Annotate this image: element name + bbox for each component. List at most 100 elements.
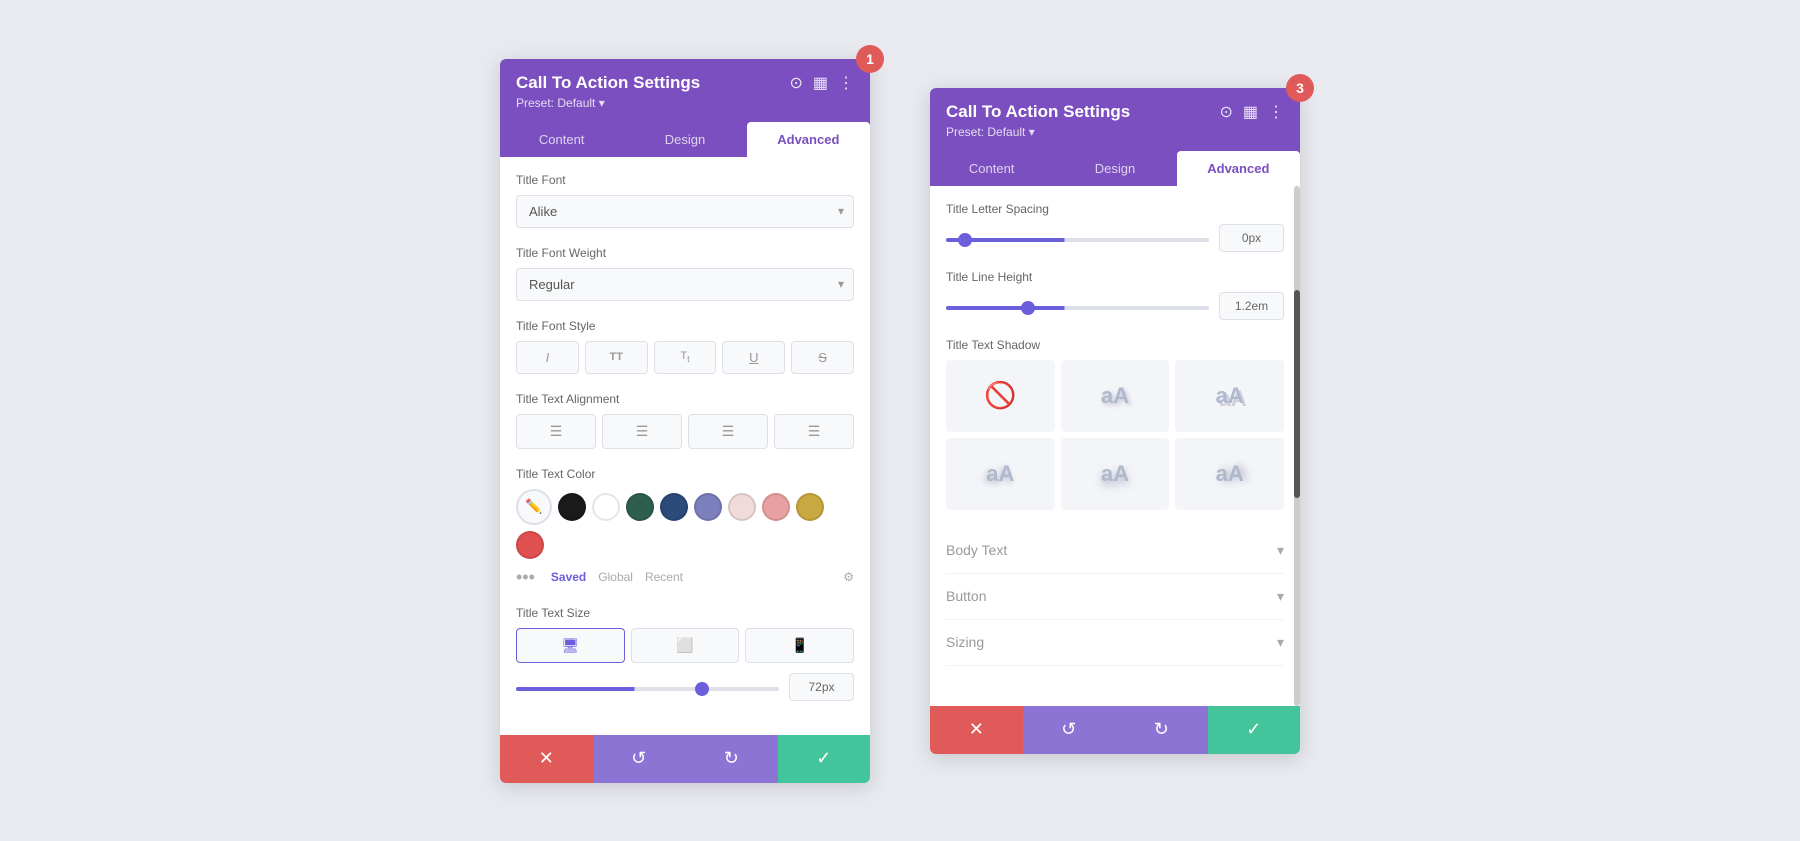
tab-design-left[interactable]: Design (623, 122, 746, 157)
color-swatch-lavender[interactable] (694, 493, 722, 521)
sizing-chevron: ▾ (1277, 634, 1284, 651)
align-justify-btn[interactable]: ☰ (774, 414, 854, 449)
capitalize-btn[interactable]: Tt (654, 341, 717, 374)
title-font-weight-select[interactable]: Regular (516, 268, 854, 301)
tab-content-left[interactable]: Content (500, 122, 623, 157)
color-swatch-pink[interactable] (762, 493, 790, 521)
body-text-section[interactable]: Body Text ▾ (946, 528, 1284, 574)
sizing-section[interactable]: Sizing ▾ (946, 620, 1284, 666)
confirm-button-right[interactable]: ✓ (1208, 706, 1301, 754)
shadow-4-text: aA (1101, 461, 1129, 487)
device-desktop-btn[interactable]: 🖥 (516, 628, 625, 663)
title-font-label: Title Font (516, 173, 854, 187)
left-panel-tabs: Content Design Advanced (500, 122, 870, 157)
device-mobile-btn[interactable]: 📱 (745, 628, 854, 663)
button-chevron: ▾ (1277, 588, 1284, 605)
cancel-button-right[interactable]: ✕ (930, 706, 1023, 754)
color-swatch-gold[interactable] (796, 493, 824, 521)
tab-content-right[interactable]: Content (930, 151, 1053, 186)
confirm-button-left[interactable]: ✓ (778, 735, 871, 783)
color-tab-global[interactable]: Global (598, 570, 633, 584)
color-tab-saved[interactable]: Saved (551, 570, 586, 584)
right-panel-preset[interactable]: Preset: Default ▾ (946, 125, 1284, 139)
letter-spacing-value[interactable] (1219, 224, 1284, 252)
left-panel-badge: 1 (856, 45, 884, 73)
title-font-select-wrapper: Alike ▾ (516, 195, 854, 228)
color-tabs-row: ••• Saved Global Recent ⚙ (516, 567, 854, 588)
reset-button-left[interactable]: ↺ (593, 735, 686, 783)
shadow-none-cell[interactable]: 🚫 (946, 360, 1055, 432)
columns-icon-right[interactable]: ▦ (1243, 102, 1258, 122)
title-text-color-label: Title Text Color (516, 467, 854, 481)
left-panel-header-icons: ⊙ ▦ ⋮ (789, 73, 854, 93)
line-height-slider[interactable] (946, 306, 1209, 310)
color-swatch-navy[interactable] (660, 493, 688, 521)
right-panel-scrollbar[interactable] (1294, 186, 1300, 706)
letter-spacing-slider[interactable] (946, 238, 1209, 242)
more-icon[interactable]: ⋮ (838, 73, 854, 93)
color-tab-recent[interactable]: Recent (645, 570, 683, 584)
text-size-slider-container (516, 678, 779, 696)
tab-advanced-left[interactable]: Advanced (747, 122, 870, 157)
text-size-slider[interactable] (516, 687, 779, 691)
color-swatch-blush[interactable] (728, 493, 756, 521)
align-left-btn[interactable]: ☰ (516, 414, 596, 449)
title-text-shadow-group: Title Text Shadow 🚫 aA aA aA aA (946, 338, 1284, 510)
redo-button-left[interactable]: ↻ (685, 735, 778, 783)
color-swatch-black[interactable] (558, 493, 586, 521)
left-panel-title: Call To Action Settings (516, 73, 700, 93)
focus-icon[interactable]: ⊙ (789, 73, 802, 93)
color-swatch-red[interactable] (516, 531, 544, 559)
shadow-4-cell[interactable]: aA (1061, 438, 1170, 510)
shadow-none-icon: 🚫 (984, 380, 1016, 411)
color-settings-icon[interactable]: ⚙ (843, 570, 854, 584)
title-font-select[interactable]: Alike (516, 195, 854, 228)
align-center-btn[interactable]: ☰ (602, 414, 682, 449)
more-colors-btn[interactable]: ••• (516, 567, 535, 588)
device-tablet-btn[interactable]: ⬜ (631, 628, 740, 663)
italic-btn[interactable]: I (516, 341, 579, 374)
shadow-1-cell[interactable]: aA (1061, 360, 1170, 432)
reset-button-right[interactable]: ↺ (1023, 706, 1116, 754)
right-panel-header: Call To Action Settings ⊙ ▦ ⋮ Preset: De… (930, 88, 1300, 151)
right-panel: Call To Action Settings ⊙ ▦ ⋮ Preset: De… (930, 88, 1300, 754)
title-text-color-group: Title Text Color ✏️ ••• Saved Glob (516, 467, 854, 588)
left-panel-header: Call To Action Settings ⊙ ▦ ⋮ Preset: De… (500, 59, 870, 122)
title-letter-spacing-label: Title Letter Spacing (946, 202, 1284, 216)
shadow-5-cell[interactable]: aA (1175, 438, 1284, 510)
more-icon-right[interactable]: ⋮ (1268, 102, 1284, 122)
sizing-label: Sizing (946, 634, 984, 650)
tab-advanced-right[interactable]: Advanced (1177, 151, 1300, 186)
cancel-button-left[interactable]: ✕ (500, 735, 593, 783)
line-height-slider-row (946, 292, 1284, 320)
columns-icon[interactable]: ▦ (813, 73, 828, 93)
align-right-btn[interactable]: ☰ (688, 414, 768, 449)
shadow-1-text: aA (1101, 383, 1129, 409)
body-text-chevron: ▾ (1277, 542, 1284, 559)
left-panel-preset[interactable]: Preset: Default ▾ (516, 96, 854, 110)
button-section[interactable]: Button ▾ (946, 574, 1284, 620)
title-font-weight-label: Title Font Weight (516, 246, 854, 260)
title-text-alignment-group: Title Text Alignment ☰ ☰ ☰ ☰ (516, 392, 854, 449)
title-line-height-label: Title Line Height (946, 270, 1284, 284)
shadow-2-text: aA (1216, 383, 1244, 409)
shadow-3-cell[interactable]: aA (946, 438, 1055, 510)
strikethrough-btn[interactable]: S (791, 341, 854, 374)
color-swatch-green[interactable] (626, 493, 654, 521)
redo-button-right[interactable]: ↻ (1115, 706, 1208, 754)
underline-btn[interactable]: U (722, 341, 785, 374)
shadow-2-cell[interactable]: aA (1175, 360, 1284, 432)
uppercase-btn[interactable]: TT (585, 341, 648, 374)
right-panel-header-icons: ⊙ ▦ ⋮ (1219, 102, 1284, 122)
device-buttons: 🖥 ⬜ 📱 (516, 628, 854, 663)
letter-spacing-slider-container (946, 229, 1209, 247)
color-swatch-white[interactable] (592, 493, 620, 521)
text-size-value[interactable] (789, 673, 854, 701)
color-eyedropper[interactable]: ✏️ (516, 489, 552, 525)
scrollbar-thumb (1294, 290, 1300, 498)
line-height-value[interactable] (1219, 292, 1284, 320)
shadow-grid: 🚫 aA aA aA aA aA (946, 360, 1284, 510)
tab-design-right[interactable]: Design (1053, 151, 1176, 186)
right-panel-title: Call To Action Settings (946, 102, 1130, 122)
focus-icon-right[interactable]: ⊙ (1219, 102, 1232, 122)
